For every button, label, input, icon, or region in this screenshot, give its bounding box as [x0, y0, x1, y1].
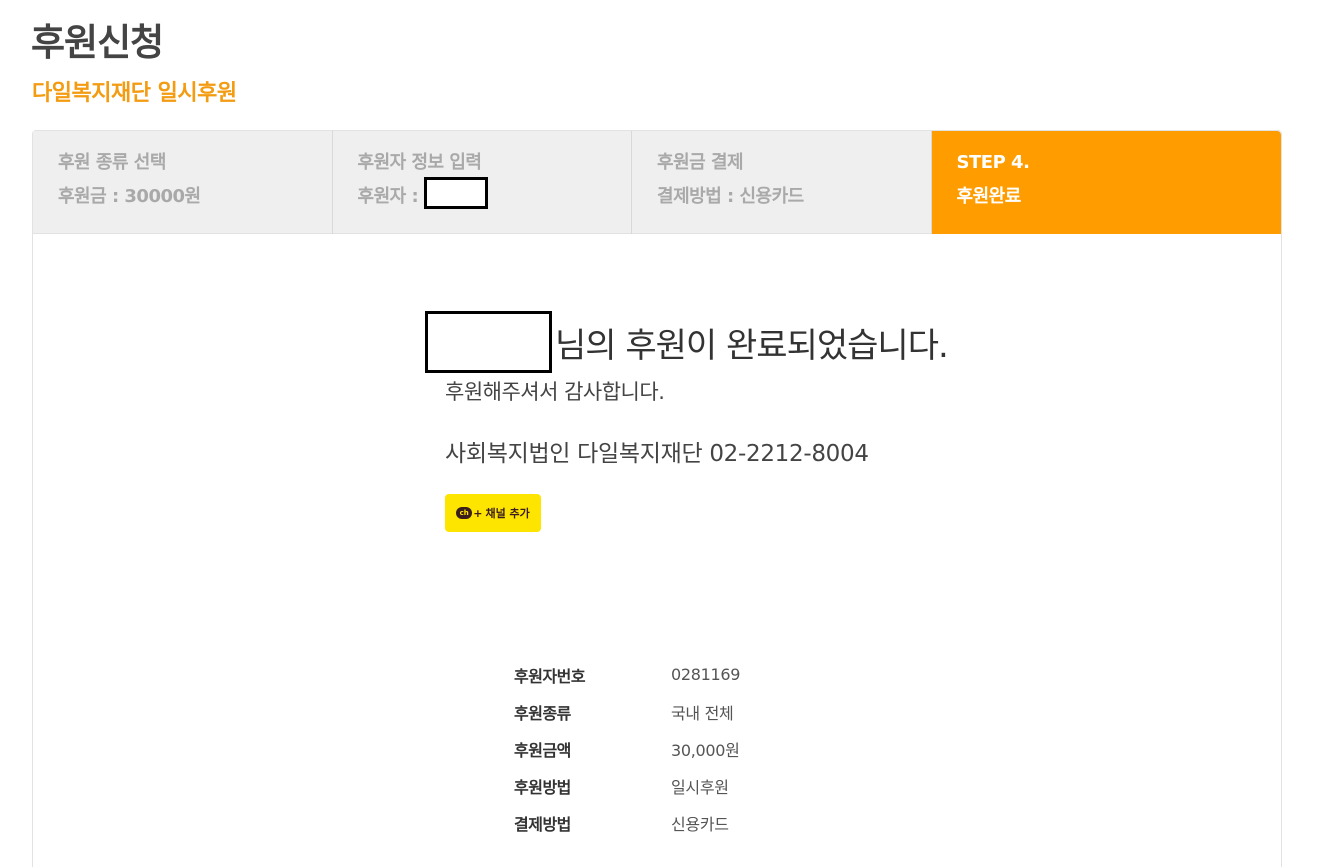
donation-details-table: 후원자번호 0281169 후원종류 국내 전체 후원금액 30,000원 후원…: [514, 656, 740, 841]
detail-value: 신용카드: [671, 814, 729, 834]
redacted-donor-name: [423, 177, 488, 209]
step-title: 후원 종류 선택: [58, 152, 166, 173]
thanks-message: 후원해주셔서 감사합니다.: [445, 380, 665, 404]
detail-value: 0281169: [671, 665, 741, 684]
step-detail-label: 후원자 :: [357, 186, 424, 207]
detail-value: 국내 전체: [671, 703, 734, 723]
detail-label: 후원금액: [514, 740, 571, 760]
step-complete: STEP 4. 후원완료: [931, 131, 1281, 234]
channel-button-label: 채널 추가: [485, 507, 530, 520]
table-row: 후원자번호 0281169: [514, 656, 740, 693]
donation-complete-page: 후원신청 다일복지재단 일시후원 후원 종류 선택 후원금 : 30000원 후…: [0, 0, 1325, 867]
step-title: 후원금 결제: [657, 152, 744, 173]
donation-panel: 후원 종류 선택 후원금 : 30000원 후원자 정보 입력 후원자 : 후원…: [32, 130, 1282, 867]
detail-label: 결제방법: [514, 814, 571, 834]
contact-info: 사회복지법인 다일복지재단 02-2212-8004: [445, 441, 869, 467]
detail-value: 일시후원: [671, 777, 729, 797]
detail-label: 후원종류: [514, 703, 571, 723]
completion-heading-text: 님의 후원이 완료되었습니다.: [555, 325, 949, 366]
kakao-channel-add-button[interactable]: ch + 채널 추가: [445, 494, 541, 532]
plus-icon: +: [473, 506, 483, 520]
detail-label: 후원방법: [514, 777, 571, 797]
table-row: 결제방법 신용카드: [514, 804, 740, 841]
step-title: 후원자 정보 입력: [357, 152, 482, 173]
step-donor-info: 후원자 정보 입력 후원자 :: [333, 131, 633, 234]
step-title: STEP 4.: [956, 152, 1030, 173]
detail-label: 후원자번호: [514, 666, 586, 686]
step-detail: 후원자 :: [357, 177, 632, 209]
step-detail: 후원금 : 30000원: [58, 186, 201, 207]
page-subtitle: 다일복지재단 일시후원: [32, 81, 237, 106]
kakao-channel-icon: ch: [456, 507, 473, 519]
page-title: 후원신청: [31, 21, 164, 64]
step-detail: 후원완료: [956, 186, 1022, 207]
table-row: 후원금액 30,000원: [514, 730, 740, 767]
detail-value: 30,000원: [671, 740, 740, 760]
step-payment: 후원금 결제 결제방법 : 신용카드: [632, 131, 932, 234]
completion-heading: 님의 후원이 완료되었습니다.: [425, 311, 949, 373]
step-progress-bar: 후원 종류 선택 후원금 : 30000원 후원자 정보 입력 후원자 : 후원…: [33, 131, 1281, 234]
table-row: 후원방법 일시후원: [514, 767, 740, 804]
table-row: 후원종류 국내 전체: [514, 693, 740, 730]
step-donation-type: 후원 종류 선택 후원금 : 30000원: [33, 131, 333, 234]
step-detail: 결제방법 : 신용카드: [657, 186, 804, 207]
redacted-donor-name: [425, 311, 552, 373]
